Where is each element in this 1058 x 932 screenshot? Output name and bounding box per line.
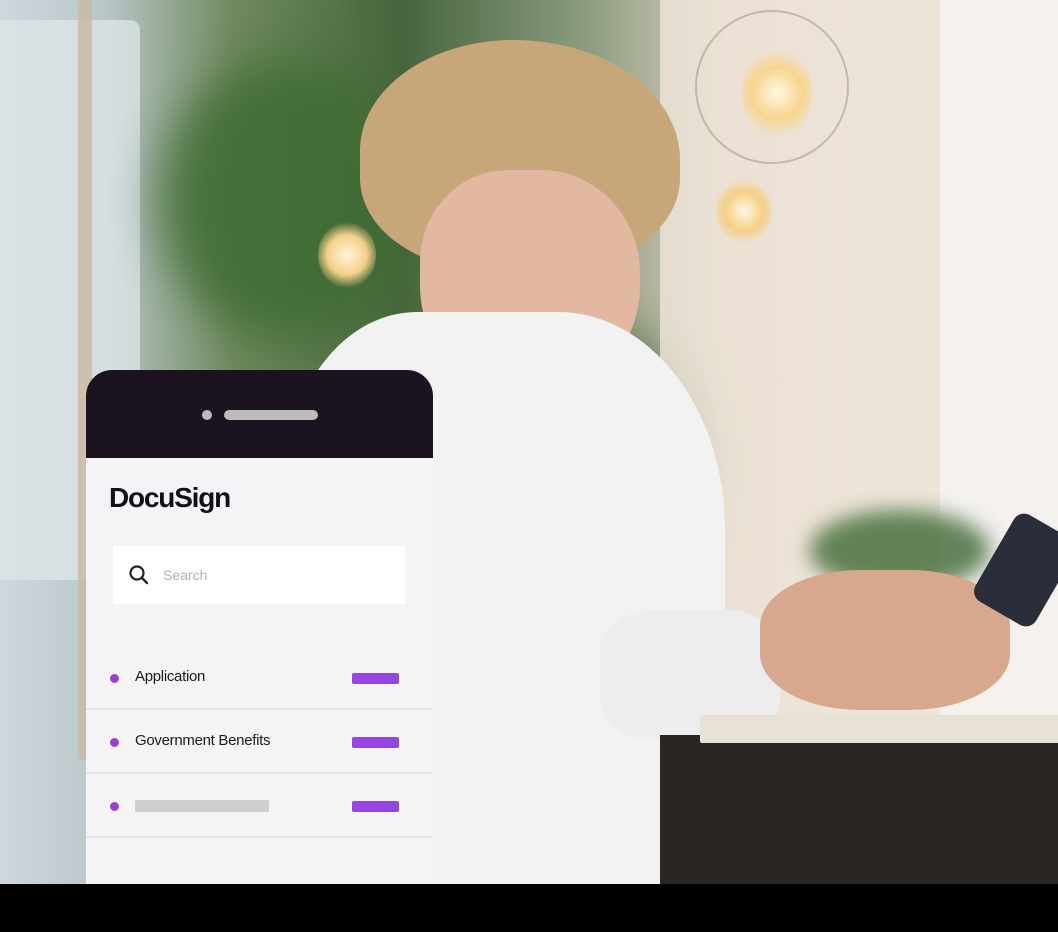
bullet [110,674,119,683]
document-list: Application Government Benefits [86,646,433,838]
search-input[interactable] [161,566,385,584]
placeholder-text-line [135,800,269,812]
phone-top-bar [86,370,433,458]
camera-dot [202,410,212,420]
list-item-label: Government Benefits [135,732,271,749]
list-item[interactable]: Government Benefits [86,710,433,774]
brand-logo: DocuSign [109,482,231,513]
list-item[interactable]: Application [86,646,433,710]
search-icon[interactable] [113,563,151,587]
status-pill [352,801,399,812]
bullet [110,802,119,811]
speaker-bar [224,410,318,420]
list-item-label: Application [135,668,206,685]
search-bar[interactable] [113,546,405,604]
status-pill [352,737,399,748]
phone-mockup: DocuSign Application Government Benefits [86,370,433,884]
list-item[interactable] [86,774,433,838]
bullet [110,738,119,747]
bottom-black-bar [0,884,1058,932]
status-pill [352,673,399,684]
